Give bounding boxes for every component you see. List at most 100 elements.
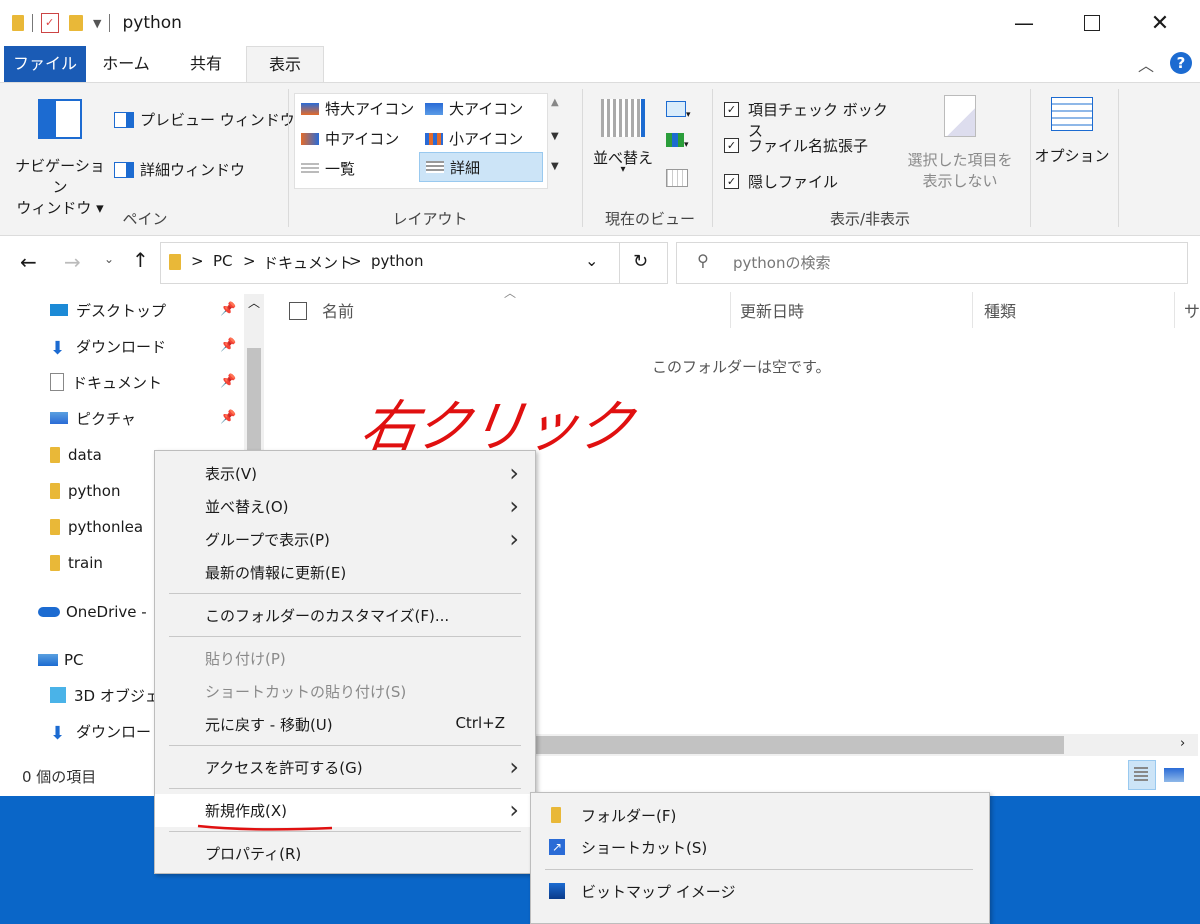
forward-arrow-icon[interactable]: →: [64, 250, 81, 274]
search-placeholder: pythonの検索: [733, 254, 831, 272]
layout-more-icon[interactable]: ▼: [551, 161, 559, 172]
breadcrumb-python[interactable]: python: [371, 252, 423, 270]
sort-indicator-icon: ︿: [504, 286, 517, 300]
nav-item-downloads[interactable]: ⬇ ダウンロード: [50, 331, 166, 361]
context-menu-item[interactable]: 元に戻す - 移動(U) Ctrl+Z: [155, 708, 533, 741]
hide-selected-label: 表示しない: [922, 172, 998, 190]
navigation-pane-button[interactable]: ナビゲーション ウィンドウ ▾: [12, 95, 108, 217]
chevron-right-icon[interactable]: ›: [1180, 736, 1185, 751]
add-columns-button[interactable]: ▾: [666, 133, 696, 151]
pin-icon[interactable]: 📌: [220, 410, 236, 425]
submenu-item-bitmap[interactable]: ビットマップ イメージ: [531, 877, 989, 907]
nav-item-desktop[interactable]: デスクトップ: [50, 295, 166, 325]
submenu-item-shortcut[interactable]: ↗ ショートカット(S): [531, 833, 989, 863]
breadcrumb-pc[interactable]: PC: [213, 252, 233, 270]
preview-pane-button[interactable]: プレビュー ウィンドウ: [114, 109, 295, 130]
size-columns-button[interactable]: [666, 169, 688, 191]
context-menu-item-label: 貼り付け(P): [205, 650, 286, 668]
nav-item-data[interactable]: data: [50, 440, 102, 470]
checkbox[interactable]: ✓: [724, 138, 739, 153]
properties-icon[interactable]: ✓: [41, 13, 59, 33]
nav-item-python[interactable]: python: [50, 476, 120, 506]
large-icons-view-icon[interactable]: [1164, 768, 1184, 782]
search-box[interactable]: ⚲ pythonの検索: [676, 242, 1188, 284]
list-icon: [301, 162, 319, 175]
context-menu-item[interactable]: プロパティ(R): [155, 837, 533, 870]
maximize-button[interactable]: [1058, 0, 1126, 46]
select-all-checkbox[interactable]: [289, 302, 307, 320]
folder-icon: [50, 555, 60, 571]
nav-item-label: ピクチャ: [76, 409, 136, 428]
divider: [582, 89, 583, 227]
layout-label: 大アイコン: [449, 100, 524, 118]
submenu-item-folder[interactable]: フォルダー(F): [531, 801, 989, 831]
nav-item-documents[interactable]: ドキュメント: [50, 367, 162, 397]
context-menu-item[interactable]: 表示(V) ›: [155, 457, 533, 490]
chevron-up-icon[interactable]: ︿: [248, 294, 260, 311]
refresh-icon[interactable]: ↻: [633, 251, 648, 272]
pin-icon[interactable]: 📌: [220, 302, 236, 317]
tab-file[interactable]: ファイル: [4, 46, 86, 82]
checkbox[interactable]: ✓: [724, 174, 739, 189]
tab-view[interactable]: 表示: [246, 46, 324, 84]
folder-icon: [551, 807, 561, 823]
chevron-down-icon[interactable]: ▼: [93, 17, 101, 30]
details-pane-button[interactable]: 詳細ウィンドウ: [114, 159, 245, 180]
layout-scroll-down-icon[interactable]: ▼: [551, 131, 559, 142]
sort-by-button[interactable]: 並べ替え ▾: [588, 95, 658, 175]
address-bar[interactable]: > PC > ドキュメント > python ⌄ ↻: [160, 242, 668, 284]
pin-icon[interactable]: 📌: [220, 374, 236, 389]
recent-locations-icon[interactable]: ⌄: [104, 252, 114, 266]
layout-list[interactable]: 一覧: [301, 158, 355, 179]
group-by-button[interactable]: ▾: [666, 101, 696, 120]
nav-item-pc[interactable]: PC: [38, 645, 84, 675]
annotation-underline: [197, 824, 333, 831]
layout-small-icons[interactable]: 小アイコン: [425, 128, 523, 149]
context-menu-item[interactable]: このフォルダーのカスタマイズ(F)...: [155, 599, 533, 632]
nav-item-pictures[interactable]: ピクチャ: [50, 403, 136, 433]
column-type[interactable]: 種類: [984, 298, 1016, 322]
context-menu-item[interactable]: 並べ替え(O) ›: [155, 490, 533, 523]
layout-details[interactable]: 詳細: [419, 152, 543, 182]
nav-item-label: OneDrive -: [66, 603, 147, 621]
minimize-button[interactable]: —: [990, 0, 1058, 46]
breadcrumb-documents[interactable]: ドキュメント: [263, 252, 353, 273]
back-arrow-icon[interactable]: ←: [20, 250, 37, 274]
divider: [169, 636, 521, 637]
address-dropdown-icon[interactable]: ⌄: [585, 251, 598, 270]
chevron-up-icon[interactable]: ︿: [1138, 52, 1154, 76]
pc-icon: [38, 654, 58, 666]
layout-large-icons[interactable]: 大アイコン: [425, 98, 523, 119]
column-name[interactable]: 名前: [322, 298, 354, 322]
column-date-modified[interactable]: 更新日時: [740, 298, 804, 322]
hidden-files-toggle[interactable]: ✓ 隠しファイル: [722, 171, 902, 191]
options-button[interactable]: オプション: [1034, 97, 1110, 166]
details-icon: [426, 161, 444, 173]
3d-objects-icon: [50, 687, 66, 703]
tab-share[interactable]: 共有: [176, 46, 236, 82]
nav-item-onedrive[interactable]: OneDrive -: [38, 597, 147, 627]
up-arrow-icon[interactable]: ↑: [132, 248, 149, 272]
nav-item-3d-objects[interactable]: 3D オブジェ: [50, 680, 160, 710]
layout-medium-icons[interactable]: 中アイコン: [301, 128, 399, 149]
hide-selected-button[interactable]: 選択した項目を 表示しない: [902, 95, 1018, 191]
checkbox[interactable]: ✓: [724, 102, 739, 117]
new-folder-icon[interactable]: [69, 15, 83, 31]
help-icon[interactable]: ?: [1170, 52, 1192, 74]
nav-item-downloads-pc[interactable]: ⬇ ダウンロード: [50, 716, 166, 746]
nav-item-pythonlea[interactable]: pythonlea: [50, 512, 143, 542]
pin-icon[interactable]: 📌: [220, 338, 236, 353]
group-label-layout: レイアウト: [392, 210, 468, 228]
nav-item-train[interactable]: train: [50, 548, 103, 578]
context-menu-item[interactable]: 最新の情報に更新(E): [155, 556, 533, 589]
item-checkbox-toggle[interactable]: ✓ 項目チェック ボックス: [722, 99, 902, 140]
tab-home[interactable]: ホーム: [94, 46, 158, 82]
layout-extra-large-icons[interactable]: 特大アイコン: [301, 98, 414, 119]
context-menu-item[interactable]: グループで表示(P) ›: [155, 523, 533, 556]
context-menu-item[interactable]: アクセスを許可する(G) ›: [155, 751, 533, 784]
layout-scroll-up-icon[interactable]: ▲: [551, 97, 559, 108]
details-view-icon[interactable]: [1128, 760, 1156, 790]
column-size[interactable]: サ: [1184, 298, 1200, 322]
file-extension-toggle[interactable]: ✓ ファイル名拡張子: [722, 135, 902, 155]
close-button[interactable]: ✕: [1126, 0, 1194, 46]
